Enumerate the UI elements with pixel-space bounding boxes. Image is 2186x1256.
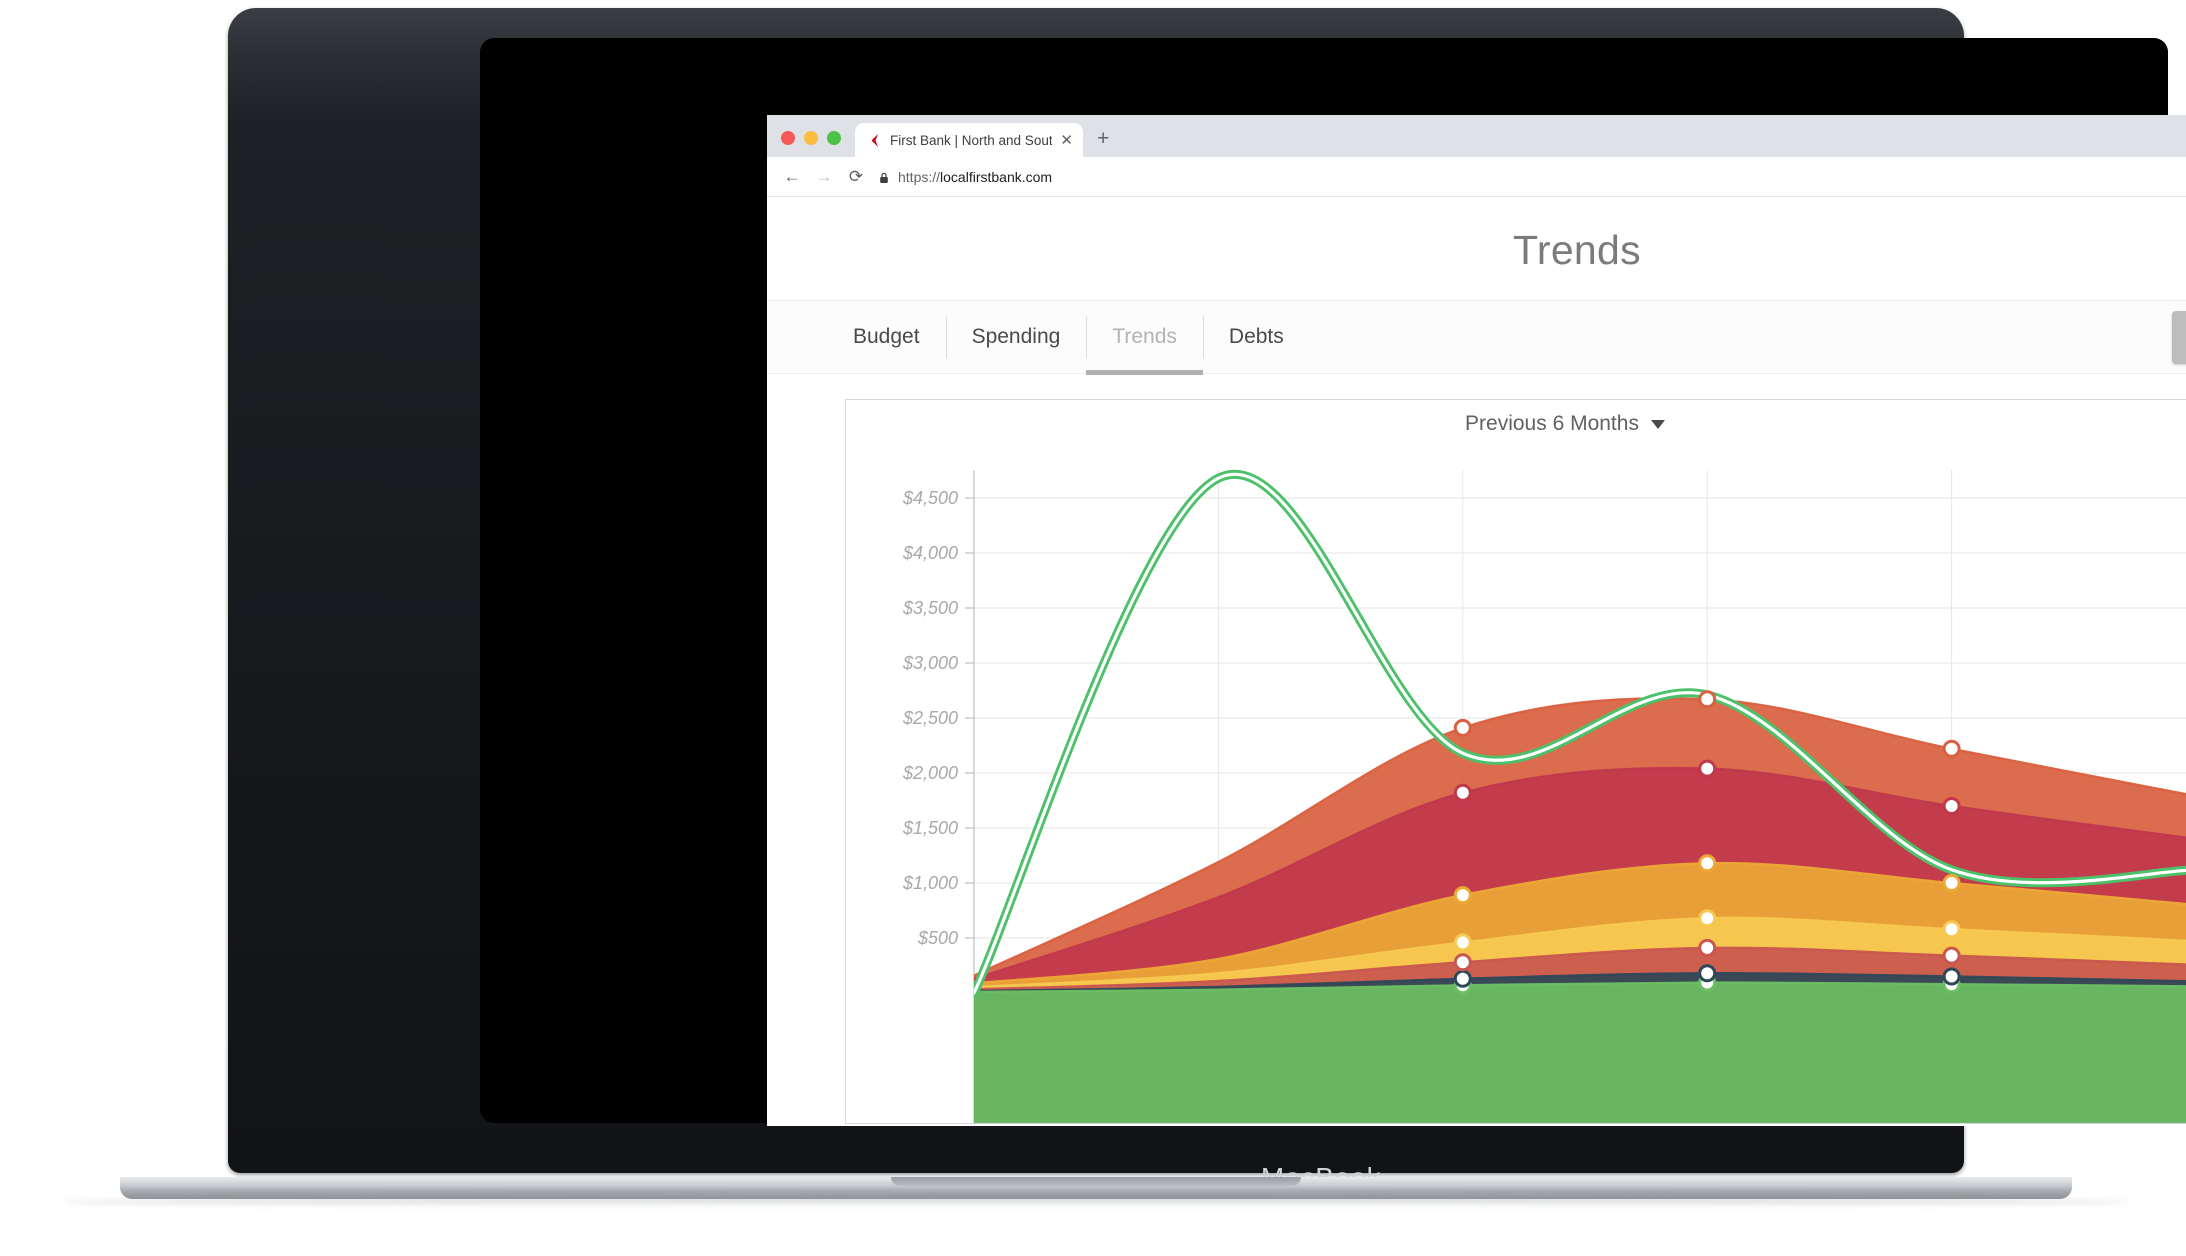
svg-text:$2,500: $2,500 xyxy=(902,708,958,728)
browser-toolbar: ← → ⟳ https://localfirstbank.com ☆ xyxy=(767,157,2186,197)
svg-text:$3,500: $3,500 xyxy=(902,598,958,618)
bank-favicon-icon xyxy=(867,133,882,148)
tab-debts-label: Debts xyxy=(1228,325,1284,348)
screenshot-scene: First Bank | North and South C ✕ + ← → ⟳ xyxy=(0,0,2186,1256)
svg-text:$3,000: $3,000 xyxy=(902,653,958,673)
svg-text:$1,000: $1,000 xyxy=(902,873,958,893)
svg-text:$4,500: $4,500 xyxy=(902,488,958,508)
link-account-button[interactable]: Link Account xyxy=(2171,310,2186,364)
address-bar[interactable]: https://localfirstbank.com xyxy=(879,169,2186,185)
laptop-screen: First Bank | North and South C ✕ + ← → ⟳ xyxy=(480,38,2186,1126)
window-controls xyxy=(781,131,841,157)
svg-text:$500: $500 xyxy=(917,928,958,948)
address-bar-url: https://localfirstbank.com xyxy=(898,169,1052,185)
browser-tab[interactable]: First Bank | North and South C ✕ xyxy=(855,123,1083,157)
forward-icon[interactable]: → xyxy=(815,168,833,185)
trends-chart-card: Previous 6 Months $500 $1,000 $1,500 $2,… xyxy=(845,399,2186,1124)
tab-debts[interactable]: Debts xyxy=(1202,300,1310,374)
chart-header: Previous 6 Months xyxy=(846,400,2186,448)
tab-spending-label: Spending xyxy=(971,325,1061,348)
laptop-base xyxy=(120,1177,2072,1199)
new-tab-button[interactable]: + xyxy=(1097,128,1109,149)
tab-spending[interactable]: Spending xyxy=(945,300,1087,374)
back-icon[interactable]: ← xyxy=(783,168,801,185)
date-range-dropdown[interactable]: Previous 6 Months xyxy=(1465,412,1665,436)
tab-trends-label: Trends xyxy=(1112,325,1177,348)
svg-text:$1,500: $1,500 xyxy=(902,818,958,838)
tab-budget-label: Budget xyxy=(853,325,920,348)
page-title: Trends xyxy=(1513,227,1641,273)
tab-trends[interactable]: Trends xyxy=(1086,300,1203,375)
laptop-frame: First Bank | North and South C ✕ + ← → ⟳ xyxy=(228,8,2186,1193)
minimize-window-button[interactable] xyxy=(804,131,818,145)
date-range-label: Previous 6 Months xyxy=(1465,412,1639,435)
close-tab-icon[interactable]: ✕ xyxy=(1060,133,1073,148)
browser-tab-title: First Bank | North and South C xyxy=(890,132,1053,148)
page-content: Trends Budget Spending Trends Debts Prev… xyxy=(767,197,2186,1126)
chart-plot-area: $500 $1,000 $1,500 $2,000 $2,500 $3,000 $3,500… xyxy=(846,448,2186,1123)
section-tabs: Budget Spending Trends Debts xyxy=(827,300,1310,375)
reload-icon[interactable]: ⟳ xyxy=(847,168,865,185)
url-scheme: https:// xyxy=(898,168,941,185)
lock-icon xyxy=(879,171,889,183)
section-navbar: Budget Spending Trends Debts xyxy=(767,300,2186,375)
svg-text:$2,000: $2,000 xyxy=(902,763,958,783)
svg-text:$4,000: $4,000 xyxy=(902,543,958,563)
browser-window: First Bank | North and South C ✕ + ← → ⟳ xyxy=(767,115,2186,1126)
tab-budget[interactable]: Budget xyxy=(827,300,946,374)
url-host: localfirstbank.com xyxy=(940,168,1053,185)
area-chart: $500 $1,000 $1,500 $2,000 $2,500 $3,000 $3,500… xyxy=(902,470,2186,1123)
close-window-button[interactable] xyxy=(781,131,795,145)
browser-tabstrip: First Bank | North and South C ✕ + xyxy=(767,115,2186,157)
chevron-down-icon xyxy=(1650,419,1665,429)
laptop-base-shadow xyxy=(60,1197,2132,1207)
maximize-window-button[interactable] xyxy=(827,131,841,145)
